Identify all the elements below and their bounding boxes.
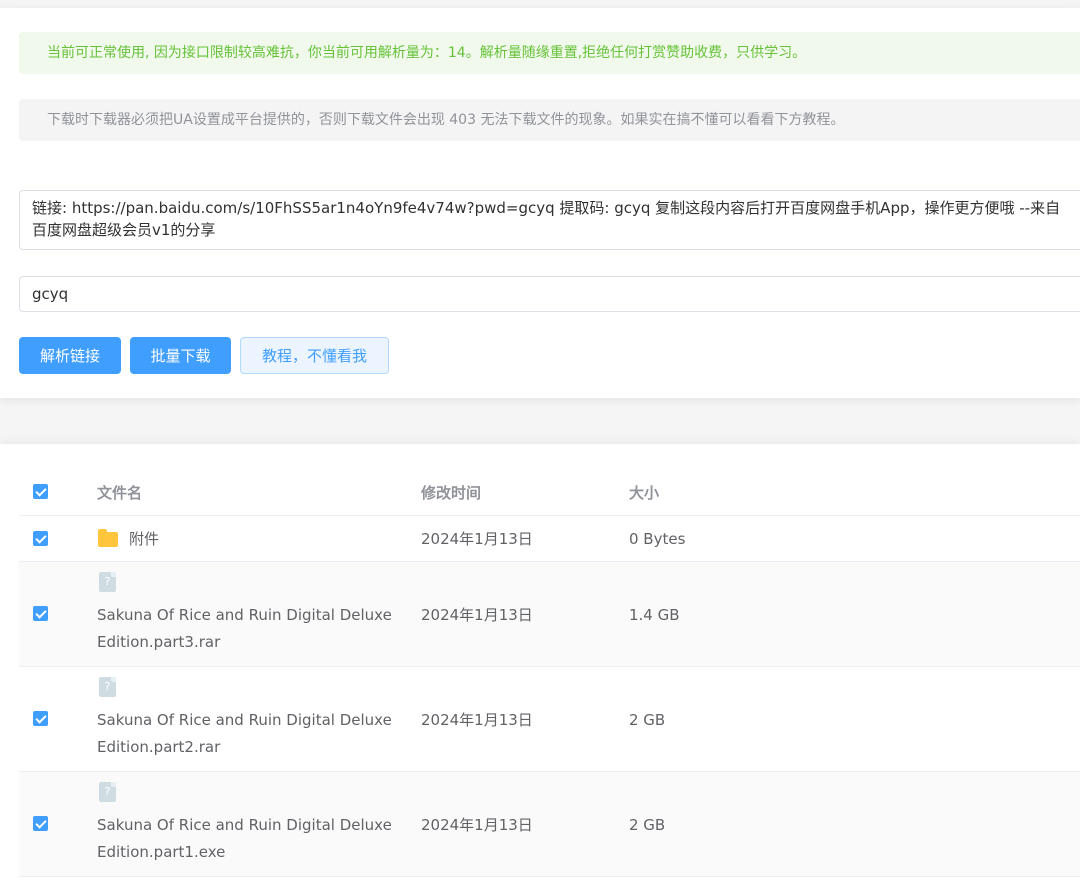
file-time: 2024年1月13日 <box>421 606 533 624</box>
ua-notice-alert: 下载时下载器必须把UA设置成平台提供的，否则下载文件会出现 403 无法下载文件… <box>19 99 1080 141</box>
file-table: 文件名 修改时间 大小 附件 2024年1月13日 0 Bytes ? Saku… <box>19 444 1080 877</box>
table-row[interactable]: ? Sakuna Of Rice and Ruin Digital Deluxe… <box>19 562 1080 667</box>
extract-code-input[interactable]: gcyq <box>19 276 1080 312</box>
page: 当前可正常使用, 因为接口限制较高难抗，你当前可用解析量为：14。解析量随缘重置… <box>0 0 1080 895</box>
row-checkbox[interactable] <box>33 606 48 621</box>
file-size: 0 Bytes <box>629 530 686 548</box>
file-name[interactable]: Sakuna Of Rice and Ruin Digital Deluxe E… <box>97 812 397 866</box>
column-header-size[interactable]: 大小 <box>629 482 659 504</box>
ua-notice-text: 下载时下载器必须把UA设置成平台提供的，否则下载文件会出现 403 无法下载文件… <box>47 112 845 128</box>
share-link-input[interactable]: 链接: https://pan.baidu.com/s/10FhSS5ar1n4… <box>19 190 1080 250</box>
file-time: 2024年1月13日 <box>421 530 533 548</box>
select-all-checkbox[interactable] <box>33 484 48 499</box>
file-time: 2024年1月13日 <box>421 711 533 729</box>
usage-notice-alert: 当前可正常使用, 因为接口限制较高难抗，你当前可用解析量为：14。解析量随缘重置… <box>19 32 1080 74</box>
table-row[interactable]: ? Sakuna Of Rice and Ruin Digital Deluxe… <box>19 772 1080 877</box>
batch-download-button[interactable]: 批量下载 <box>130 337 231 374</box>
column-header-time[interactable]: 修改时间 <box>421 482 481 504</box>
parse-card: 当前可正常使用, 因为接口限制较高难抗，你当前可用解析量为：14。解析量随缘重置… <box>0 8 1080 398</box>
row-checkbox[interactable] <box>33 531 48 546</box>
parse-link-button[interactable]: 解析链接 <box>19 337 121 374</box>
file-size: 2 GB <box>629 711 666 729</box>
unknown-file-icon: ? <box>99 782 116 802</box>
folder-icon <box>98 529 118 547</box>
table-header: 文件名 修改时间 大小 <box>19 444 1080 516</box>
file-size: 2 GB <box>629 816 666 834</box>
file-size: 1.4 GB <box>629 606 680 624</box>
row-checkbox[interactable] <box>33 816 48 831</box>
unknown-file-icon: ? <box>99 677 116 697</box>
file-name[interactable]: Sakuna Of Rice and Ruin Digital Deluxe E… <box>97 602 397 656</box>
row-checkbox[interactable] <box>33 711 48 726</box>
file-name[interactable]: Sakuna Of Rice and Ruin Digital Deluxe E… <box>97 707 397 761</box>
column-header-name[interactable]: 文件名 <box>97 482 142 504</box>
file-time: 2024年1月13日 <box>421 816 533 834</box>
unknown-file-icon: ? <box>99 572 116 592</box>
tutorial-button[interactable]: 教程，不懂看我 <box>240 337 389 374</box>
table-row[interactable]: 附件 2024年1月13日 0 Bytes <box>19 516 1080 562</box>
file-table-card: 文件名 修改时间 大小 附件 2024年1月13日 0 Bytes ? Saku… <box>0 444 1080 895</box>
file-name[interactable]: 附件 <box>129 526 159 552</box>
usage-notice-text: 当前可正常使用, 因为接口限制较高难抗，你当前可用解析量为：14。解析量随缘重置… <box>47 45 807 61</box>
table-row[interactable]: ? Sakuna Of Rice and Ruin Digital Deluxe… <box>19 667 1080 772</box>
